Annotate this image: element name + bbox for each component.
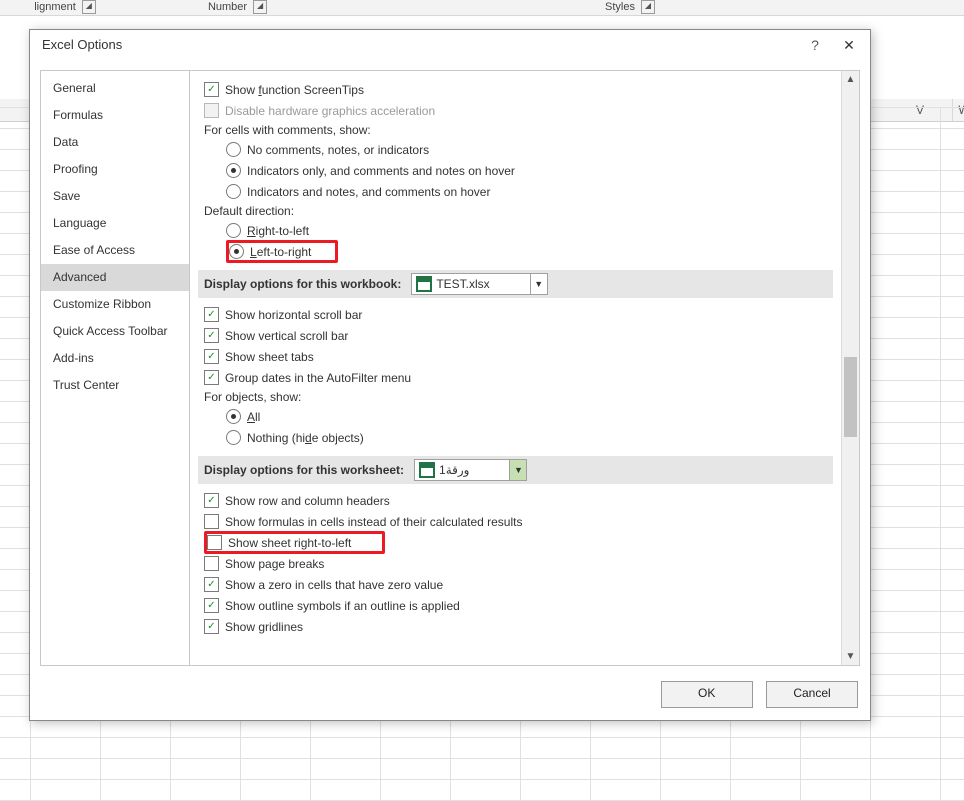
ribbon-group-label: lignment: [34, 0, 76, 14]
content-scrollbar[interactable]: ▲ ▼: [841, 71, 859, 665]
radio-indicators-only[interactable]: [226, 163, 241, 178]
radio-objects-nothing[interactable]: [226, 430, 241, 445]
radio-rtl[interactable]: [226, 223, 241, 238]
sidebar-item-ease-of-access[interactable]: Ease of Access: [41, 237, 189, 264]
checkbox-label: Show vertical scroll bar: [225, 329, 348, 343]
chevron-down-icon: ▼: [530, 274, 547, 294]
sidebar-item-customize-ribbon[interactable]: Customize Ribbon: [41, 291, 189, 318]
checkbox[interactable]: [207, 535, 222, 550]
checkbox-label: Show gridlines: [225, 620, 303, 634]
label-indicators-only: Indicators only, and comments and notes …: [247, 164, 515, 178]
cancel-button[interactable]: Cancel: [766, 681, 858, 708]
checkbox-label: Show page breaks: [225, 557, 324, 571]
checkbox-label: Show sheet tabs: [225, 350, 314, 364]
worksheet-selector[interactable]: ورقة1 ▼: [414, 459, 527, 481]
sidebar-item-advanced[interactable]: Advanced: [41, 264, 189, 291]
section-display-workbook-label: Display options for this workbook:: [204, 277, 401, 291]
sidebar-item-language[interactable]: Language: [41, 210, 189, 237]
radio-indicators-and-notes[interactable]: [226, 184, 241, 199]
checkbox[interactable]: [204, 307, 219, 322]
label-no-comments: No comments, notes, or indicators: [247, 143, 429, 157]
scroll-up-button[interactable]: ▲: [842, 71, 859, 88]
sidebar-item-add-ins[interactable]: Add-ins: [41, 345, 189, 372]
radio-ltr[interactable]: [229, 244, 244, 259]
label-comments: For cells with comments, show:: [204, 123, 833, 137]
radio-objects-all[interactable]: [226, 409, 241, 424]
checkbox-label: Group dates in the AutoFilter menu: [225, 371, 411, 385]
checkbox[interactable]: [204, 328, 219, 343]
options-content: Show function ScreenTips Disable hardwar…: [190, 71, 841, 665]
checkbox-label: Show a zero in cells that have zero valu…: [225, 578, 443, 592]
checkbox-label: Show formulas in cells instead of their …: [225, 515, 522, 529]
highlight-ltr: Left-to-right: [226, 240, 338, 263]
label-objects-all: All: [247, 410, 260, 424]
dialog-launcher-icon[interactable]: ◢: [641, 0, 655, 14]
sidebar-item-trust-center[interactable]: Trust Center: [41, 372, 189, 399]
options-sidebar: GeneralFormulasDataProofingSaveLanguageE…: [41, 71, 190, 665]
ribbon-group: lignment ◢: [0, 0, 160, 15]
section-display-workbook: Display options for this workbook: TEST.…: [198, 270, 833, 298]
dialog-title: Excel Options: [30, 30, 870, 60]
checkbox[interactable]: [204, 493, 219, 508]
dialog-launcher-icon[interactable]: ◢: [82, 0, 96, 14]
sidebar-item-proofing[interactable]: Proofing: [41, 156, 189, 183]
label-objects-nothing: Nothing (hide objects): [247, 431, 364, 445]
excel-options-dialog: Excel Options ? ✕ GeneralFormulasDataPro…: [29, 29, 871, 721]
sidebar-item-quick-access-toolbar[interactable]: Quick Access Toolbar: [41, 318, 189, 345]
checkbox-disable-hw-accel[interactable]: [204, 103, 219, 118]
chevron-down-icon: ▼: [509, 460, 526, 480]
label-show-function-screentips: Show function ScreenTips: [225, 83, 364, 97]
excel-file-icon: [416, 276, 432, 292]
checkbox-label: Show row and column headers: [225, 494, 390, 508]
sidebar-item-general[interactable]: General: [41, 75, 189, 102]
label-indicators-and-notes: Indicators and notes, and comments on ho…: [247, 185, 490, 199]
radio-no-comments[interactable]: [226, 142, 241, 157]
checkbox[interactable]: [204, 556, 219, 571]
checkbox[interactable]: [204, 370, 219, 385]
section-display-worksheet-label: Display options for this worksheet:: [204, 463, 404, 477]
sidebar-item-data[interactable]: Data: [41, 129, 189, 156]
ok-button[interactable]: OK: [661, 681, 753, 708]
ribbon-group: Styles ◢: [530, 0, 730, 15]
checkbox[interactable]: [204, 577, 219, 592]
ribbon-strip: lignment ◢ Number ◢ Styles ◢: [0, 0, 964, 16]
highlight-box: Show sheet right-to-left: [204, 531, 385, 554]
checkbox-label: Show sheet right-to-left: [228, 536, 351, 550]
worksheet-selector-value: ورقة1: [439, 463, 509, 477]
workbook-selector-value: TEST.xlsx: [436, 277, 529, 291]
label-ltr: Left-to-right: [250, 245, 311, 259]
worksheet-icon: [419, 462, 435, 478]
checkbox-label: Show outline symbols if an outline is ap…: [225, 599, 460, 613]
workbook-selector[interactable]: TEST.xlsx ▼: [411, 273, 547, 295]
checkbox-show-function-screentips[interactable]: [204, 82, 219, 97]
scroll-thumb[interactable]: [844, 357, 857, 437]
checkbox[interactable]: [204, 619, 219, 634]
sidebar-item-save[interactable]: Save: [41, 183, 189, 210]
checkbox[interactable]: [204, 598, 219, 613]
ribbon-group-label: Number: [208, 0, 247, 14]
label-rtl: Right-to-left: [247, 224, 309, 238]
label-disable-hw-accel: Disable hardware graphics acceleration: [225, 104, 435, 118]
sidebar-item-formulas[interactable]: Formulas: [41, 102, 189, 129]
help-button[interactable]: ?: [800, 30, 830, 60]
checkbox[interactable]: [204, 514, 219, 529]
checkbox-label: Show horizontal scroll bar: [225, 308, 362, 322]
dialog-launcher-icon[interactable]: ◢: [253, 0, 267, 14]
checkbox[interactable]: [204, 349, 219, 364]
label-objects: For objects, show:: [204, 390, 833, 404]
ribbon-group-label: Styles: [605, 0, 635, 14]
label-default-direction: Default direction:: [204, 204, 833, 218]
scroll-down-button[interactable]: ▼: [842, 648, 859, 665]
close-button[interactable]: ✕: [832, 30, 866, 60]
section-display-worksheet: Display options for this worksheet: ورقة…: [198, 456, 833, 484]
ribbon-group: Number ◢: [165, 0, 310, 15]
